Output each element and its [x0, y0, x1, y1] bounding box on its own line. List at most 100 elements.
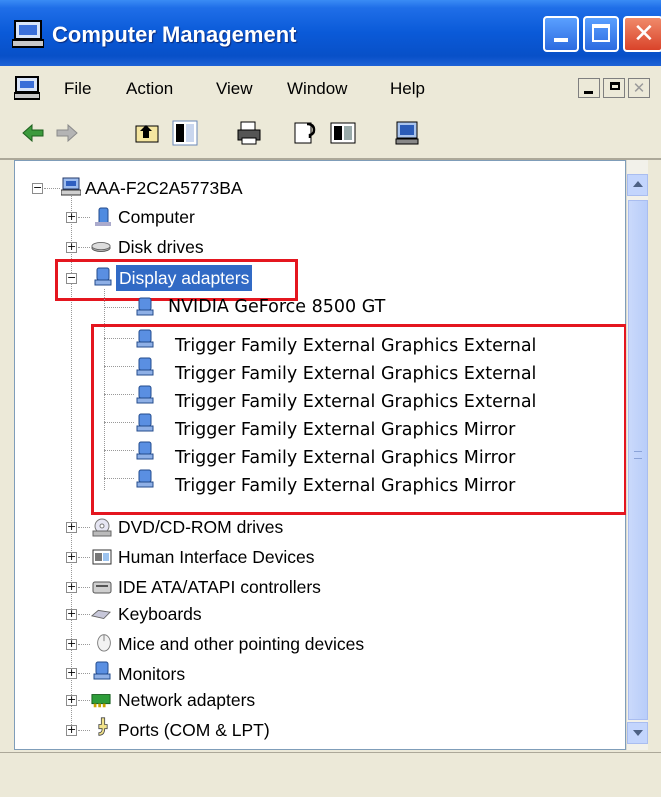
- device-trigger-mirror-3[interactable]: Trigger Family External Graphics Mirror: [175, 473, 515, 499]
- title-bar[interactable]: Computer Management ✕: [0, 0, 661, 66]
- scan-hardware-icon[interactable]: [394, 120, 420, 146]
- expand-toggle[interactable]: +: [66, 667, 77, 679]
- vertical-scrollbar[interactable]: [626, 160, 648, 750]
- disk-drive-icon: [91, 242, 111, 252]
- tree-connector: [78, 644, 90, 645]
- display-adapter-icon: [136, 357, 154, 376]
- print-icon[interactable]: [236, 120, 262, 146]
- display-adapter-icon: [136, 469, 154, 488]
- display-adapter-icon: [136, 297, 154, 316]
- tree-connector: [104, 366, 134, 367]
- keyboard-icon: [91, 609, 111, 620]
- expand-toggle[interactable]: +: [66, 724, 77, 736]
- expand-toggle[interactable]: +: [66, 241, 77, 253]
- port-icon: [98, 717, 108, 736]
- tree-connector: [104, 307, 134, 308]
- tree-item-computer[interactable]: Computer: [118, 204, 195, 230]
- expand-toggle[interactable]: +: [66, 638, 77, 650]
- mdi-restore-button[interactable]: [603, 78, 625, 98]
- device-tree[interactable]: − AAA-F2C2A5773BA + Computer + Disk driv…: [14, 160, 627, 750]
- menu-file[interactable]: File: [64, 79, 91, 99]
- computer-category-icon: [95, 207, 111, 226]
- tree-connector: [78, 673, 90, 674]
- tree-item-dvd-cd-rom[interactable]: DVD/CD-ROM drives: [118, 514, 283, 540]
- toolbar: [0, 110, 661, 160]
- tree-item-monitors[interactable]: Monitors: [118, 661, 185, 687]
- minimize-button[interactable]: [543, 16, 579, 52]
- maximize-icon: [592, 24, 610, 42]
- tree-connector: [104, 450, 134, 451]
- chevron-up-icon: [633, 181, 643, 187]
- device-trigger-mirror-2[interactable]: Trigger Family External Graphics Mirror: [175, 445, 515, 471]
- display-adapter-icon: [136, 413, 154, 432]
- device-nvidia-geforce[interactable]: NVIDIA GeForce 8500 GT: [168, 294, 385, 320]
- ide-controller-icon: [92, 581, 112, 594]
- collapse-toggle[interactable]: −: [66, 272, 77, 284]
- dvd-drive-icon: [92, 518, 112, 537]
- tree-connector: [78, 614, 90, 615]
- tree-item-hid[interactable]: Human Interface Devices: [118, 544, 314, 570]
- tree-connector: [78, 587, 90, 588]
- device-trigger-external-3[interactable]: Trigger Family External Graphics Externa…: [175, 389, 536, 415]
- restore-icon: [610, 82, 620, 90]
- root-collapse-toggle[interactable]: −: [32, 182, 43, 194]
- device-trigger-external-1[interactable]: Trigger Family External Graphics Externa…: [175, 333, 536, 359]
- expand-toggle[interactable]: +: [66, 521, 77, 533]
- expand-toggle[interactable]: +: [66, 551, 77, 563]
- tree-item-keyboards[interactable]: Keyboards: [118, 601, 202, 627]
- mouse-icon: [97, 634, 111, 652]
- tree-item-ports[interactable]: Ports (COM & LPT): [118, 717, 270, 743]
- help-icon[interactable]: [330, 120, 356, 146]
- tree-connector: [104, 338, 134, 339]
- minimize-icon: [584, 91, 593, 94]
- computer-icon: [61, 177, 81, 196]
- menu-window[interactable]: Window: [287, 79, 347, 99]
- display-adapter-icon: [136, 329, 154, 348]
- menu-help[interactable]: Help: [390, 79, 425, 99]
- menu-view[interactable]: View: [216, 79, 253, 99]
- menu-bar: File Action View Window Help ✕: [0, 66, 661, 111]
- minimize-icon: [554, 38, 568, 42]
- tree-item-mice[interactable]: Mice and other pointing devices: [118, 631, 364, 657]
- forward-icon[interactable]: [54, 120, 80, 146]
- close-button[interactable]: ✕: [623, 16, 661, 52]
- mdi-minimize-button[interactable]: [578, 78, 600, 98]
- scroll-down-button[interactable]: [627, 722, 648, 744]
- scroll-thumb[interactable]: [628, 200, 648, 720]
- device-trigger-mirror-1[interactable]: Trigger Family External Graphics Mirror: [175, 417, 515, 443]
- tree-item-network-adapters[interactable]: Network adapters: [118, 687, 255, 713]
- menu-action[interactable]: Action: [126, 79, 173, 99]
- tree-connector: [104, 394, 134, 395]
- up-folder-icon[interactable]: [134, 120, 160, 146]
- display-adapter-icon: [136, 385, 154, 404]
- monitor-icon: [93, 661, 111, 680]
- back-icon[interactable]: [20, 120, 46, 146]
- status-bar: [0, 752, 661, 797]
- maximize-button[interactable]: [583, 16, 619, 52]
- close-icon: ✕: [633, 19, 655, 49]
- expand-toggle[interactable]: +: [66, 581, 77, 593]
- tree-item-ide-controllers[interactable]: IDE ATA/ATAPI controllers: [118, 574, 321, 600]
- tree-item-display-adapters[interactable]: Display adapters: [116, 265, 253, 291]
- close-icon: ✕: [632, 79, 646, 97]
- scroll-up-button[interactable]: [627, 174, 648, 196]
- tree-connector: [78, 557, 90, 558]
- tree-connector: [104, 478, 134, 479]
- mdi-close-button[interactable]: ✕: [628, 78, 650, 98]
- properties-icon[interactable]: [292, 120, 318, 146]
- display-adapter-icon: [94, 267, 112, 286]
- tree-connector: [78, 527, 90, 528]
- expand-toggle[interactable]: +: [66, 608, 77, 620]
- show-hide-tree-icon[interactable]: [172, 120, 198, 146]
- window-title: Computer Management: [52, 22, 297, 47]
- tree-root-label[interactable]: AAA-F2C2A5773BA: [85, 175, 243, 201]
- expand-toggle[interactable]: +: [66, 211, 77, 223]
- network-adapter-icon: [91, 694, 111, 708]
- computer-management-icon: [12, 20, 44, 48]
- tree-item-disk-drives[interactable]: Disk drives: [118, 234, 204, 260]
- tree-connector: [104, 422, 134, 423]
- device-trigger-external-2[interactable]: Trigger Family External Graphics Externa…: [175, 361, 536, 387]
- display-adapter-icon: [136, 441, 154, 460]
- expand-toggle[interactable]: +: [66, 694, 77, 706]
- tree-connector: [44, 188, 60, 189]
